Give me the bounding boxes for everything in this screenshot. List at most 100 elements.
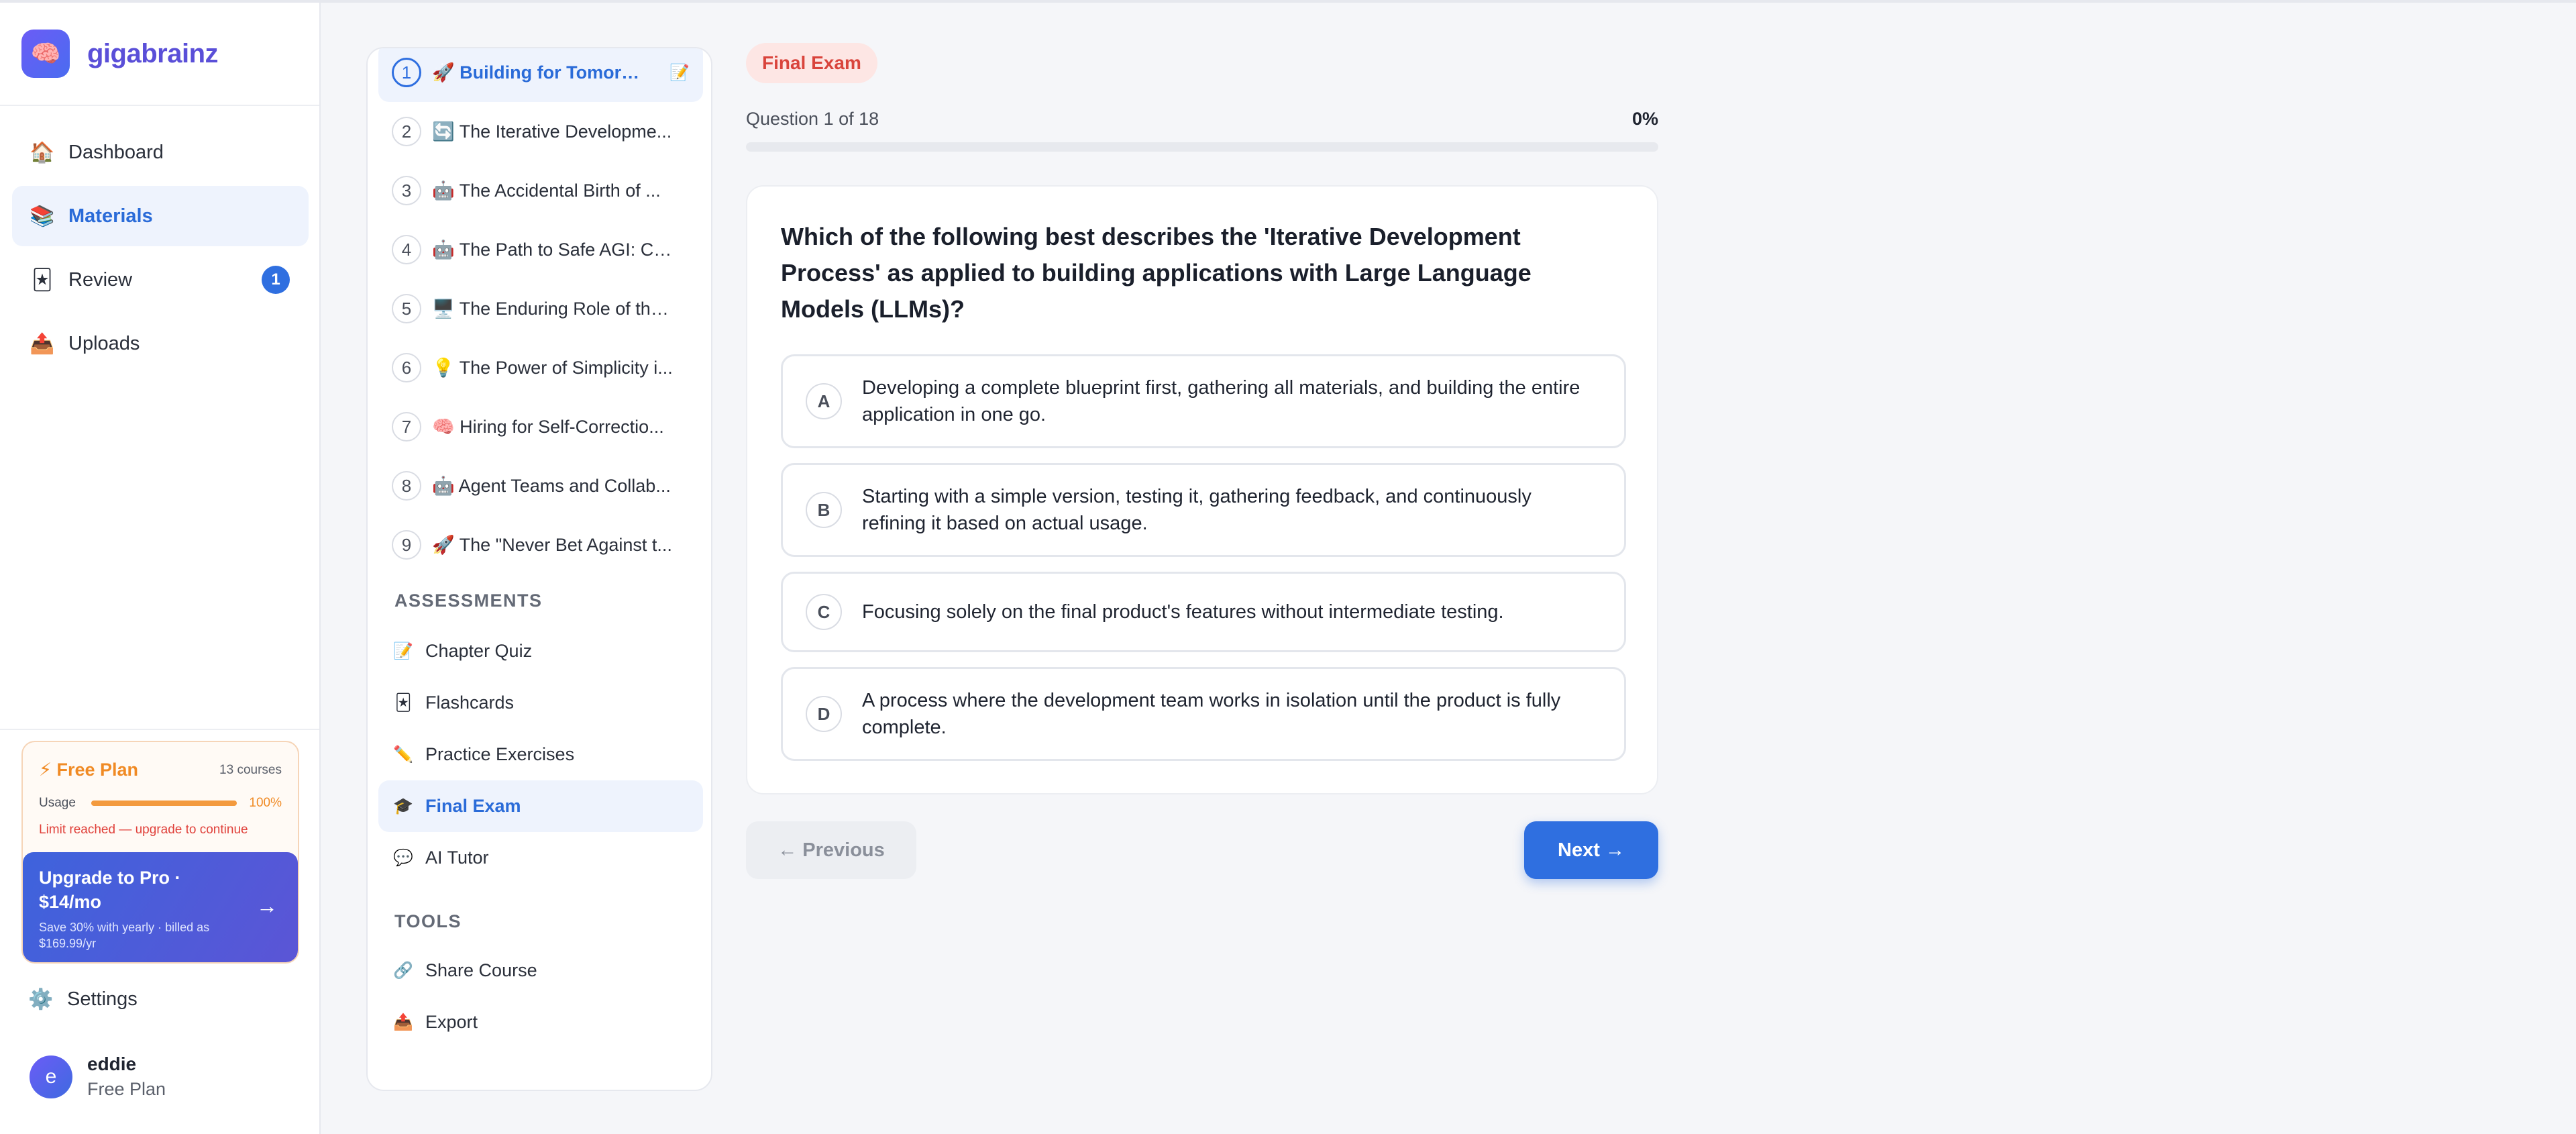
chapter-item[interactable]: 6 💡 The Power of Simplicity i...: [378, 338, 703, 397]
tools-heading: TOOLS: [394, 911, 462, 931]
answer-option-d[interactable]: D A process where the development team w…: [781, 667, 1626, 761]
question-card: Which of the following best describes th…: [746, 185, 1658, 794]
plan-name: ⚡ Free Plan: [39, 760, 139, 780]
answer-option-b[interactable]: B Starting with a simple version, testin…: [781, 463, 1626, 557]
assessments-heading: ASSESSMENTS: [394, 590, 543, 611]
progress-bar: [746, 142, 1658, 152]
answer-option-a[interactable]: A Developing a complete blueprint first,…: [781, 354, 1626, 448]
nav-item-materials[interactable]: 📚 Materials: [12, 186, 309, 246]
chapter-item[interactable]: 4 🤖 The Path to Safe AGI: Co...: [378, 220, 703, 279]
settings-link[interactable]: ⚙️ Settings: [28, 988, 138, 1011]
user-profile[interactable]: e eddie Free Plan: [30, 1053, 166, 1100]
tools-list: 🔗 Share Course 📤 Export: [378, 945, 703, 1048]
chapter-item[interactable]: 8 🤖 Agent Teams and Collab...: [378, 456, 703, 515]
chapter-title: 💡 The Power of Simplicity i...: [432, 358, 673, 378]
upgrade-button[interactable]: Upgrade to Pro · $14/mo Save 30% with ye…: [23, 852, 298, 962]
nav-item-review[interactable]: 🃏 Review 1: [12, 250, 309, 310]
chapter-title: 🖥️ The Enduring Role of the...: [432, 299, 674, 319]
divider: [0, 105, 319, 106]
chapter-number: 9: [392, 530, 421, 560]
chapter-number: 3: [392, 176, 421, 205]
nav-item-label: Dashboard: [68, 141, 164, 163]
memo-icon: 📝: [393, 642, 413, 660]
chapter-number: 4: [392, 235, 421, 264]
answer-option-c[interactable]: C Focusing solely on the final product's…: [781, 572, 1626, 652]
option-text: Starting with a simple version, testing …: [862, 486, 1532, 534]
option-letter: D: [806, 696, 842, 732]
assessment-label: Practice Exercises: [425, 744, 575, 764]
previous-button[interactable]: ← Previous: [746, 821, 916, 879]
assessment-label: AI Tutor: [425, 847, 489, 868]
usage-percent: 100%: [249, 796, 282, 810]
chapter-number: 5: [392, 294, 421, 323]
next-button[interactable]: Next →: [1524, 821, 1658, 879]
cards-icon: 🃏: [32, 268, 53, 291]
nav-item-label: Uploads: [68, 332, 140, 354]
question-counter: Question 1 of 18: [746, 109, 879, 129]
upgrade-title: Upgrade to Pro · $14/mo: [39, 868, 181, 912]
user-name: eddie: [87, 1053, 137, 1074]
settings-label: Settings: [67, 988, 138, 1010]
divider: [0, 729, 319, 730]
chapter-title: 🤖 The Path to Safe AGI: Co...: [432, 240, 674, 260]
nav-item-dashboard[interactable]: 🏠 Dashboard: [12, 122, 309, 183]
final-exam-badge: Final Exam: [746, 43, 877, 83]
chapter-item[interactable]: 1 🚀 Building for Tomorr... 📝: [378, 48, 703, 102]
chapter-title: 🚀 Building for Tomorr...: [432, 62, 640, 83]
assessment-flashcards[interactable]: 🃏 Flashcards: [378, 677, 703, 729]
arrow-right-icon: →: [256, 894, 278, 918]
usage-track: [91, 801, 237, 806]
gear-icon: ⚙️: [28, 988, 54, 1011]
memo-icon[interactable]: 📝: [669, 63, 690, 83]
assessment-practice-exercises[interactable]: ✏️ Practice Exercises: [378, 729, 703, 780]
share-course-link[interactable]: 🔗 Share Course: [378, 945, 703, 996]
chapter-item[interactable]: 2 🔄 The Iterative Developme...: [378, 102, 703, 161]
chapter-item[interactable]: 3 🤖 The Accidental Birth of ...: [378, 161, 703, 220]
option-letter: A: [806, 383, 842, 419]
option-text: Developing a complete blueprint first, g…: [862, 377, 1580, 425]
chapter-item[interactable]: 9 🚀 The "Never Bet Against t...: [378, 515, 703, 574]
option-text: A process where the development team wor…: [862, 690, 1561, 738]
chapter-number: 8: [392, 471, 421, 501]
usage-meter: Usage 100%: [39, 796, 282, 811]
home-icon: 🏠: [30, 141, 55, 164]
chapter-title: 🤖 The Accidental Birth of ...: [432, 181, 661, 201]
upload-tray-icon: 📤: [30, 332, 55, 355]
assessment-final-exam[interactable]: 🎓 Final Exam: [378, 780, 703, 832]
avatar: e: [30, 1055, 72, 1098]
sidebar: 🧠 gigabrainz 🏠 Dashboard 📚 Materials 🃏 R…: [0, 3, 321, 1134]
review-count-badge: 1: [262, 266, 290, 294]
speech-bubble-icon: 💬: [393, 849, 413, 867]
option-text: Focusing solely on the final product's f…: [862, 601, 1504, 623]
export-link[interactable]: 📤 Export: [378, 996, 703, 1048]
progress-percent: 0%: [1631, 109, 1658, 129]
option-letter: B: [806, 492, 842, 528]
chapter-number: 6: [392, 353, 421, 382]
books-icon: 📚: [30, 205, 55, 227]
chapter-title: 🚀 The "Never Bet Against t...: [432, 535, 672, 555]
upgrade-subtitle: Save 30% with yearly · billed as $169.99…: [39, 921, 210, 950]
chapter-list: 1 🚀 Building for Tomorr... 📝 2 🔄 The Ite…: [378, 48, 703, 574]
brand[interactable]: 🧠 gigabrainz: [21, 30, 219, 78]
chapter-item[interactable]: 7 🧠 Hiring for Self-Correctio...: [378, 397, 703, 456]
assessment-ai-tutor[interactable]: 💬 AI Tutor: [378, 832, 703, 884]
tool-label: Export: [425, 1012, 478, 1032]
assessment-label: Flashcards: [425, 692, 515, 713]
usage-fill: [91, 801, 237, 806]
cards-icon: 🃏: [394, 694, 412, 712]
usage-label: Usage: [39, 796, 76, 810]
plan-card: ⚡ Free Plan 13 courses Usage 100% Limit …: [21, 741, 299, 964]
chapter-title: 🧠 Hiring for Self-Correctio...: [432, 417, 664, 437]
tool-label: Share Course: [425, 960, 537, 980]
assessments-list: 📝 Chapter Quiz 🃏 Flashcards ✏️ Practice …: [378, 625, 703, 884]
question-text: Which of the following best describes th…: [781, 223, 1532, 323]
nav-item-label: Materials: [68, 205, 153, 227]
chapter-number: 7: [392, 412, 421, 442]
chapter-title: 🤖 Agent Teams and Collab...: [432, 476, 671, 496]
chapter-item[interactable]: 5 🖥️ The Enduring Role of the...: [378, 279, 703, 338]
graduation-cap-icon: 🎓: [393, 797, 413, 815]
assessment-chapter-quiz[interactable]: 📝 Chapter Quiz: [378, 625, 703, 677]
nav-item-uploads[interactable]: 📤 Uploads: [12, 313, 309, 374]
limit-warning: Limit reached — upgrade to continue: [39, 823, 248, 837]
link-icon: 🔗: [393, 962, 413, 980]
